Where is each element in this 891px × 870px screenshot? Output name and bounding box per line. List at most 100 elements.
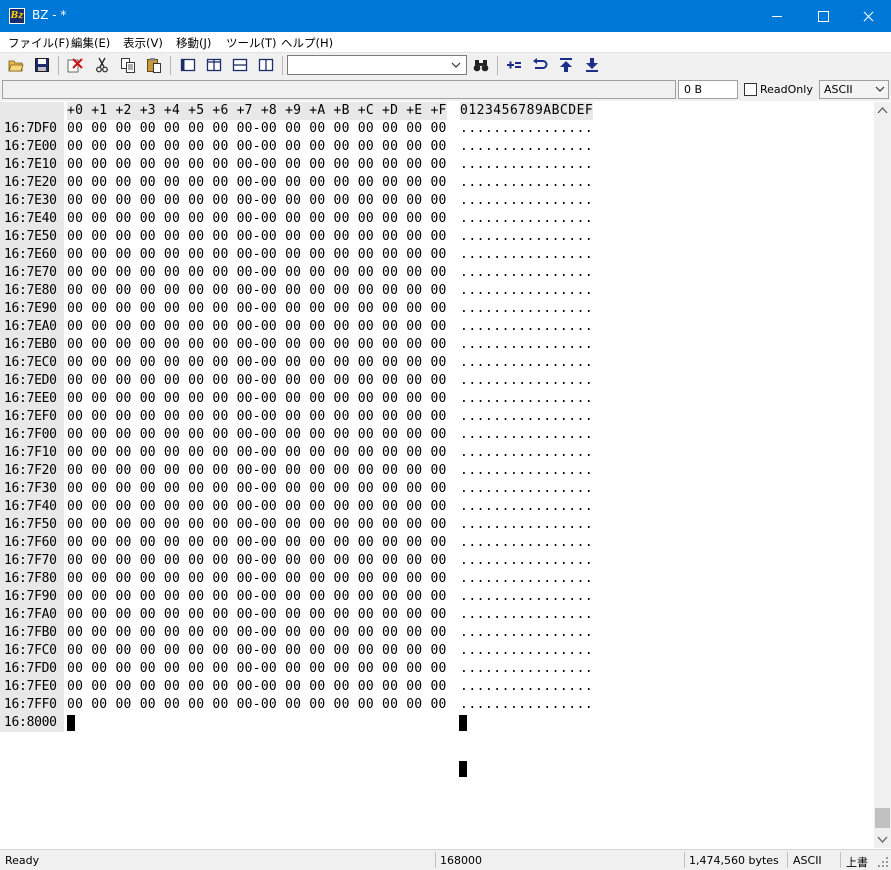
menu-tools[interactable]: ツール(T) xyxy=(226,35,277,51)
minimize-button[interactable] xyxy=(754,0,800,32)
row-bytes[interactable]: 00 00 00 00 00 00 00 00-00 00 00 00 00 0… xyxy=(67,516,447,534)
encoding-select[interactable]: ASCII xyxy=(819,80,889,99)
row-bytes[interactable]: 00 00 00 00 00 00 00 00-00 00 00 00 00 0… xyxy=(67,390,447,408)
row-ascii[interactable]: ................ xyxy=(460,570,593,588)
menu-help[interactable]: ヘルプ(H) xyxy=(281,35,333,51)
row-ascii[interactable]: ................ xyxy=(460,372,593,390)
paste-icon[interactable] xyxy=(146,57,162,73)
row-ascii[interactable]: ................ xyxy=(460,552,593,570)
menu-view[interactable]: 表示(V) xyxy=(123,35,163,51)
row-ascii[interactable]: ................ xyxy=(460,444,593,462)
jump-back-icon[interactable] xyxy=(532,57,548,73)
row-ascii[interactable]: ................ xyxy=(460,120,593,138)
row-bytes[interactable]: 00 00 00 00 00 00 00 00-00 00 00 00 00 0… xyxy=(67,120,447,138)
row-ascii[interactable]: ................ xyxy=(460,246,593,264)
delete-icon[interactable] xyxy=(67,57,83,73)
row-bytes[interactable]: 00 00 00 00 00 00 00 00-00 00 00 00 00 0… xyxy=(67,480,447,498)
row-ascii[interactable]: ................ xyxy=(460,354,593,372)
row-bytes[interactable]: 00 00 00 00 00 00 00 00-00 00 00 00 00 0… xyxy=(67,138,447,156)
row-bytes[interactable]: 00 00 00 00 00 00 00 00-00 00 00 00 00 0… xyxy=(67,264,447,282)
address-input[interactable] xyxy=(2,80,676,99)
row-bytes[interactable]: 00 00 00 00 00 00 00 00-00 00 00 00 00 0… xyxy=(67,462,447,480)
row-ascii[interactable]: ................ xyxy=(460,156,593,174)
view-split-horizontal-icon[interactable] xyxy=(232,57,248,73)
scroll-up-icon[interactable] xyxy=(874,102,891,119)
row-bytes[interactable]: 00 00 00 00 00 00 00 00-00 00 00 00 00 0… xyxy=(67,534,447,552)
scroll-down-icon[interactable] xyxy=(874,831,891,848)
row-ascii[interactable]: ................ xyxy=(460,624,593,642)
row-bytes[interactable]: 00 00 00 00 00 00 00 00-00 00 00 00 00 0… xyxy=(67,426,447,444)
row-ascii[interactable]: ................ xyxy=(460,696,593,714)
search-combo[interactable] xyxy=(287,55,467,75)
row-bytes[interactable]: 00 00 00 00 00 00 00 00-00 00 00 00 00 0… xyxy=(67,444,447,462)
row-bytes[interactable]: 00 00 00 00 00 00 00 00-00 00 00 00 00 0… xyxy=(67,174,447,192)
vertical-scrollbar[interactable] xyxy=(874,102,891,848)
chevron-down-icon[interactable] xyxy=(874,82,886,96)
row-bytes[interactable]: 00 00 00 00 00 00 00 00-00 00 00 00 00 0… xyxy=(67,570,447,588)
row-ascii[interactable]: ................ xyxy=(460,318,593,336)
row-bytes[interactable]: 00 00 00 00 00 00 00 00-00 00 00 00 00 0… xyxy=(67,624,447,642)
row-ascii[interactable]: ................ xyxy=(460,228,593,246)
row-bytes[interactable]: 00 00 00 00 00 00 00 00-00 00 00 00 00 0… xyxy=(67,408,447,426)
row-bytes[interactable]: 00 00 00 00 00 00 00 00-00 00 00 00 00 0… xyxy=(67,642,447,660)
row-ascii[interactable]: ................ xyxy=(460,642,593,660)
row-bytes[interactable]: 00 00 00 00 00 00 00 00-00 00 00 00 00 0… xyxy=(67,210,447,228)
row-bytes[interactable]: 00 00 00 00 00 00 00 00-00 00 00 00 00 0… xyxy=(67,606,447,624)
readonly-label[interactable]: ReadOnly xyxy=(760,83,813,96)
row-ascii[interactable]: ................ xyxy=(460,426,593,444)
menu-edit[interactable]: 編集(E) xyxy=(71,35,110,51)
row-bytes[interactable]: 00 00 00 00 00 00 00 00-00 00 00 00 00 0… xyxy=(67,246,447,264)
row-bytes[interactable]: 00 00 00 00 00 00 00 00-00 00 00 00 00 0… xyxy=(67,372,447,390)
row-bytes[interactable]: 00 00 00 00 00 00 00 00-00 00 00 00 00 0… xyxy=(67,192,447,210)
hex-view[interactable]: +0 +1 +2 +3 +4 +5 +6 +7 +8 +9 +A +B +C +… xyxy=(0,102,874,848)
jump-bottom-icon[interactable] xyxy=(584,57,600,73)
row-ascii[interactable]: ................ xyxy=(460,588,593,606)
row-ascii[interactable]: ................ xyxy=(460,480,593,498)
row-ascii[interactable]: ................ xyxy=(460,138,593,156)
find-binoculars-icon[interactable] xyxy=(473,57,489,73)
chevron-down-icon[interactable] xyxy=(449,57,463,73)
cut-icon[interactable] xyxy=(94,57,110,73)
row-ascii[interactable]: ................ xyxy=(460,336,593,354)
row-ascii[interactable]: ................ xyxy=(460,174,593,192)
row-bytes[interactable]: 00 00 00 00 00 00 00 00-00 00 00 00 00 0… xyxy=(67,336,447,354)
row-bytes[interactable]: 00 00 00 00 00 00 00 00-00 00 00 00 00 0… xyxy=(67,552,447,570)
save-icon[interactable] xyxy=(34,57,50,73)
row-ascii[interactable]: ................ xyxy=(460,516,593,534)
row-bytes[interactable]: 00 00 00 00 00 00 00 00-00 00 00 00 00 0… xyxy=(67,282,447,300)
row-ascii[interactable]: ................ xyxy=(460,678,593,696)
maximize-button[interactable] xyxy=(800,0,846,32)
scrollbar-thumb[interactable] xyxy=(875,808,890,828)
row-ascii[interactable]: ................ xyxy=(460,660,593,678)
row-ascii[interactable]: ................ xyxy=(460,264,593,282)
open-folder-icon[interactable] xyxy=(8,57,24,73)
readonly-checkbox[interactable] xyxy=(744,83,757,96)
row-ascii[interactable]: ................ xyxy=(460,282,593,300)
app-icon[interactable]: Bz xyxy=(9,8,25,24)
row-bytes[interactable]: 00 00 00 00 00 00 00 00-00 00 00 00 00 0… xyxy=(67,156,447,174)
row-ascii[interactable]: ................ xyxy=(460,408,593,426)
menu-jump[interactable]: 移動(J) xyxy=(176,35,211,51)
row-bytes[interactable]: 00 00 00 00 00 00 00 00-00 00 00 00 00 0… xyxy=(67,318,447,336)
row-bytes[interactable]: 00 00 00 00 00 00 00 00-00 00 00 00 00 0… xyxy=(67,300,447,318)
view-compare-icon[interactable] xyxy=(258,57,274,73)
row-bytes[interactable]: 00 00 00 00 00 00 00 00-00 00 00 00 00 0… xyxy=(67,696,447,714)
row-ascii[interactable]: ................ xyxy=(460,192,593,210)
close-button[interactable] xyxy=(845,0,891,32)
row-ascii[interactable]: ................ xyxy=(460,606,593,624)
view-split-vertical-icon[interactable] xyxy=(206,57,222,73)
row-bytes[interactable]: 00 00 00 00 00 00 00 00-00 00 00 00 00 0… xyxy=(67,498,447,516)
add-equals-icon[interactable] xyxy=(506,57,522,73)
resize-grip-icon[interactable] xyxy=(877,856,889,868)
row-bytes[interactable]: 00 00 00 00 00 00 00 00-00 00 00 00 00 0… xyxy=(67,660,447,678)
row-bytes[interactable]: 00 00 00 00 00 00 00 00-00 00 00 00 00 0… xyxy=(67,228,447,246)
row-ascii[interactable]: ................ xyxy=(460,210,593,228)
row-ascii[interactable]: ................ xyxy=(460,300,593,318)
view-single-icon[interactable] xyxy=(180,57,196,73)
row-ascii[interactable]: ................ xyxy=(460,498,593,516)
row-bytes[interactable]: 00 00 00 00 00 00 00 00-00 00 00 00 00 0… xyxy=(67,354,447,372)
row-bytes[interactable]: 00 00 00 00 00 00 00 00-00 00 00 00 00 0… xyxy=(67,588,447,606)
row-ascii[interactable]: ................ xyxy=(460,534,593,552)
row-ascii[interactable]: ................ xyxy=(460,462,593,480)
menu-file[interactable]: ファイル(F) xyxy=(8,35,70,51)
